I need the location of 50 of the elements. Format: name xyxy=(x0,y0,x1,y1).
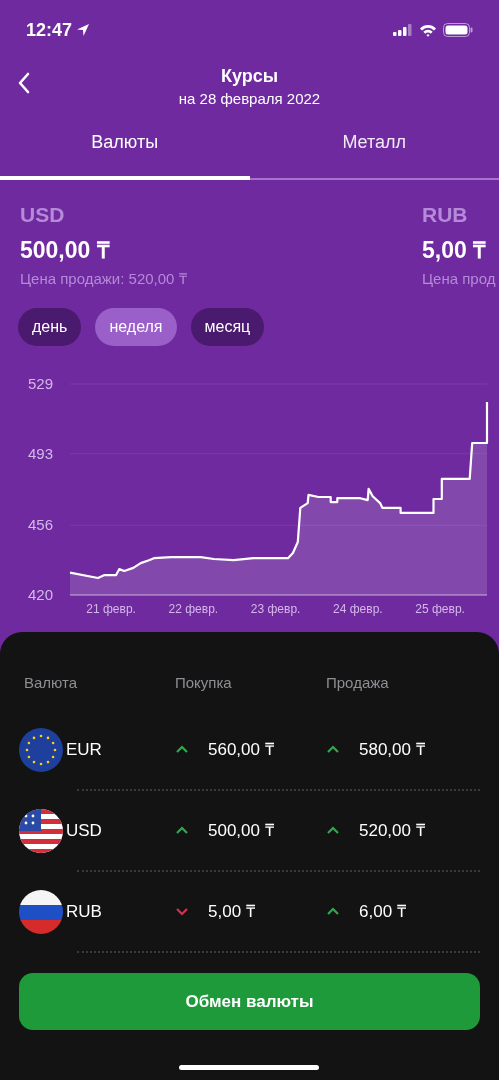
rate-value: 520,00 ₸ xyxy=(359,819,425,842)
screen-subtitle: на 28 февраля 2022 xyxy=(178,89,321,109)
currency-code: EUR xyxy=(66,738,102,761)
exchange-button[interactable]: Обмен валюты xyxy=(19,973,480,1030)
arrow-up-icon xyxy=(326,907,340,916)
sell-price: Цена прод xyxy=(422,269,496,289)
currency-code: RUB xyxy=(422,202,469,228)
currency-code: USD xyxy=(66,819,102,842)
x-axis-label: 22 февр. xyxy=(168,602,219,616)
wifi-icon xyxy=(419,23,437,37)
buy-rate: 500,00 ₸ xyxy=(20,236,111,265)
rate-value: 580,00 ₸ xyxy=(359,738,425,761)
tab[interactable]: Металл xyxy=(249,118,499,180)
x-axis-label: 25 февр. xyxy=(415,602,465,616)
rate-value: 500,00 ₸ xyxy=(208,819,274,842)
y-axis-label: 420 xyxy=(28,586,54,603)
x-axis-label: 24 февр. xyxy=(333,602,383,616)
period-chip[interactable]: день xyxy=(18,308,82,346)
arrow-up-icon xyxy=(326,826,340,835)
flag-icon xyxy=(19,808,63,853)
y-axis-label: 456 xyxy=(28,516,54,534)
tab[interactable]: Валюты xyxy=(0,118,250,180)
arrow-up-icon xyxy=(326,745,340,754)
currency-code: USD xyxy=(20,202,66,228)
screen-title: Курсы xyxy=(220,65,279,88)
x-axis-label: 21 февр. xyxy=(86,602,136,616)
arrow-up-icon xyxy=(175,745,189,754)
flag-icon xyxy=(19,889,63,934)
x-axis-label: 23 февр. xyxy=(250,602,301,616)
signal-icon xyxy=(393,24,413,36)
flag-icon xyxy=(19,727,63,772)
period-chip[interactable]: неделя xyxy=(95,308,177,346)
battery-icon xyxy=(443,23,473,37)
column-header: Покупка xyxy=(175,672,233,693)
location-arrow-icon xyxy=(76,23,91,37)
y-axis-label: 529 xyxy=(28,375,54,392)
sell-price: Цена продажи: 520,00 ₸ xyxy=(20,269,188,289)
currency-code: RUB xyxy=(66,900,102,923)
y-axis-label: 493 xyxy=(28,444,54,462)
back-icon xyxy=(18,72,30,94)
arrow-up-icon xyxy=(175,826,189,835)
buy-rate: 5,00 ₸ xyxy=(422,236,488,265)
period-chip[interactable]: месяц xyxy=(190,308,265,346)
rate-value: 5,00 ₸ xyxy=(208,900,255,923)
rate-value: 6,00 ₸ xyxy=(359,900,406,923)
column-header: Продажа xyxy=(326,672,390,693)
status-time: 12:47 xyxy=(26,18,73,42)
column-header: Валюта xyxy=(23,672,79,693)
arrow-down-icon xyxy=(175,907,189,916)
rate-value: 560,00 ₸ xyxy=(208,738,274,761)
